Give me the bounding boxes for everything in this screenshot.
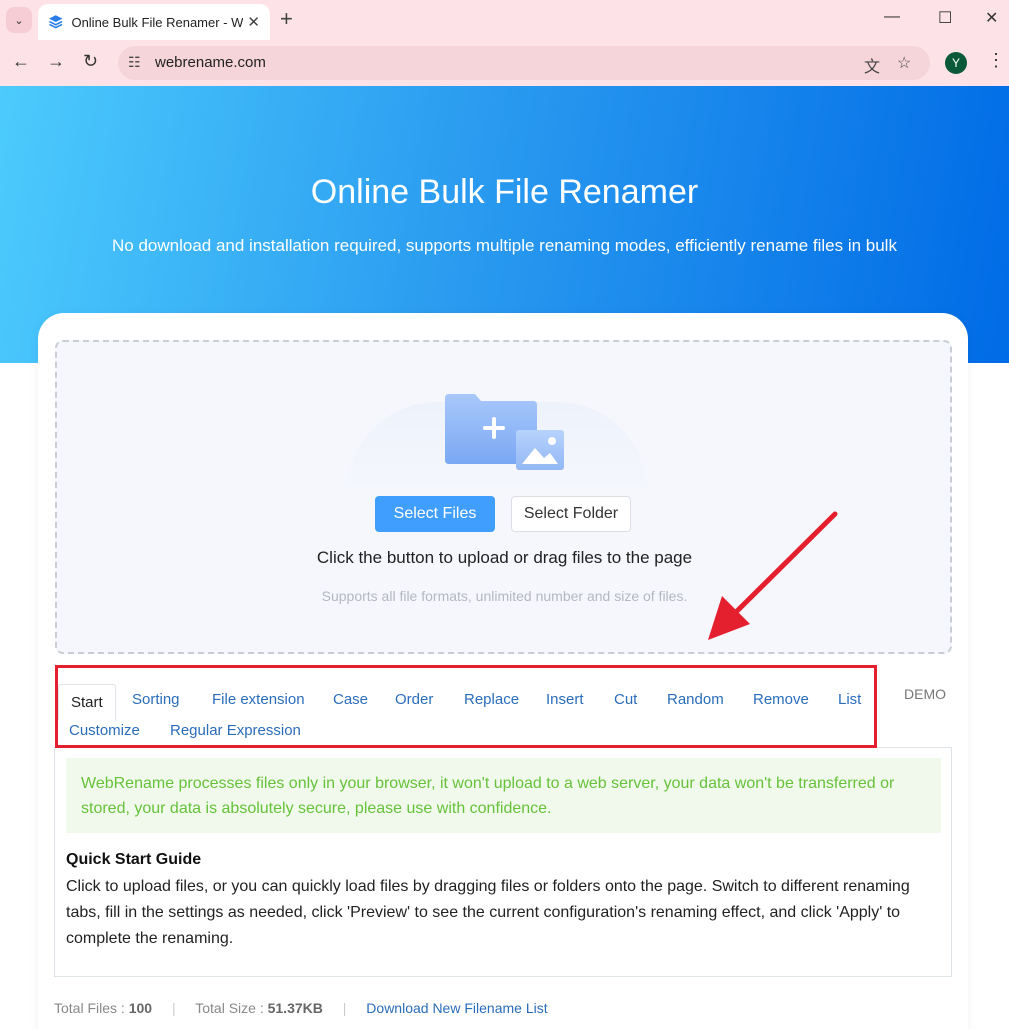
address-bar[interactable]: ☷ webrename.com 文 ☆ (118, 46, 930, 80)
privacy-notice: WebRename processes files only in your b… (66, 758, 941, 833)
more-menu-icon[interactable]: ⋮ (987, 50, 1005, 71)
divider: | (171, 1000, 176, 1016)
annotation-arrow-icon (708, 511, 838, 640)
close-icon[interactable]: ✕ (247, 13, 260, 31)
url-text: webrename.com (155, 54, 266, 71)
divider: | (342, 1000, 347, 1016)
bookmark-star-icon[interactable]: ☆ (897, 53, 911, 73)
page-subtitle: No download and installation required, s… (112, 236, 897, 255)
total-size-label: Total Size : (195, 1000, 268, 1016)
window-close-icon[interactable]: ✕ (985, 8, 998, 28)
tab-search-button[interactable]: ⌄ (6, 7, 32, 33)
reload-icon[interactable]: ↻ (83, 51, 98, 72)
translate-icon[interactable]: 文 (864, 53, 880, 77)
upload-note: Supports all file formats, unlimited num… (321, 588, 688, 604)
select-files-button[interactable]: Select Files (375, 496, 495, 532)
forward-arrow-icon[interactable]: → (47, 51, 65, 72)
total-files-value: 100 (128, 1000, 153, 1016)
maximize-icon[interactable]: ☐ (938, 8, 952, 28)
back-arrow-icon[interactable]: ← (12, 51, 30, 72)
page-title: Online Bulk File Renamer (310, 173, 699, 211)
annotation-highlight-box (55, 665, 877, 748)
download-filename-list-link[interactable]: Download New Filename List (366, 1000, 547, 1016)
tab-panel-start: WebRename processes files only in your b… (54, 747, 952, 977)
minimize-icon[interactable]: — (884, 8, 900, 26)
browser-tab[interactable]: Online Bulk File Renamer - W ✕ (38, 4, 270, 40)
browser-toolbar: ← → ↻ ☷ webrename.com 文 ☆ Y ⋮ (0, 40, 1009, 86)
total-files-label: Total Files : (54, 1000, 129, 1016)
profile-avatar[interactable]: Y (945, 52, 967, 74)
tab-title: Online Bulk File Renamer - W (71, 14, 244, 30)
quick-start-title: Quick Start Guide (66, 851, 202, 868)
folder-image-icon (445, 394, 564, 470)
chevron-down-icon: ⌄ (14, 14, 24, 27)
demo-link[interactable]: DEMO (904, 686, 946, 702)
new-tab-button[interactable]: + (280, 6, 293, 32)
site-settings-icon[interactable]: ☷ (128, 54, 141, 71)
layers-icon (48, 15, 63, 29)
file-stats: Total Files : 100 | Total Size : 51.37KB… (54, 1000, 548, 1016)
select-folder-button[interactable]: Select Folder (511, 496, 631, 532)
upload-instruction: Click the button to upload or drag files… (316, 548, 693, 567)
total-size-value: 51.37KB (267, 1000, 323, 1016)
browser-tab-bar: ⌄ Online Bulk File Renamer - W ✕ + — ☐ ✕ (0, 0, 1009, 40)
quick-start-text: Click to upload files, or you can quickl… (66, 878, 910, 947)
